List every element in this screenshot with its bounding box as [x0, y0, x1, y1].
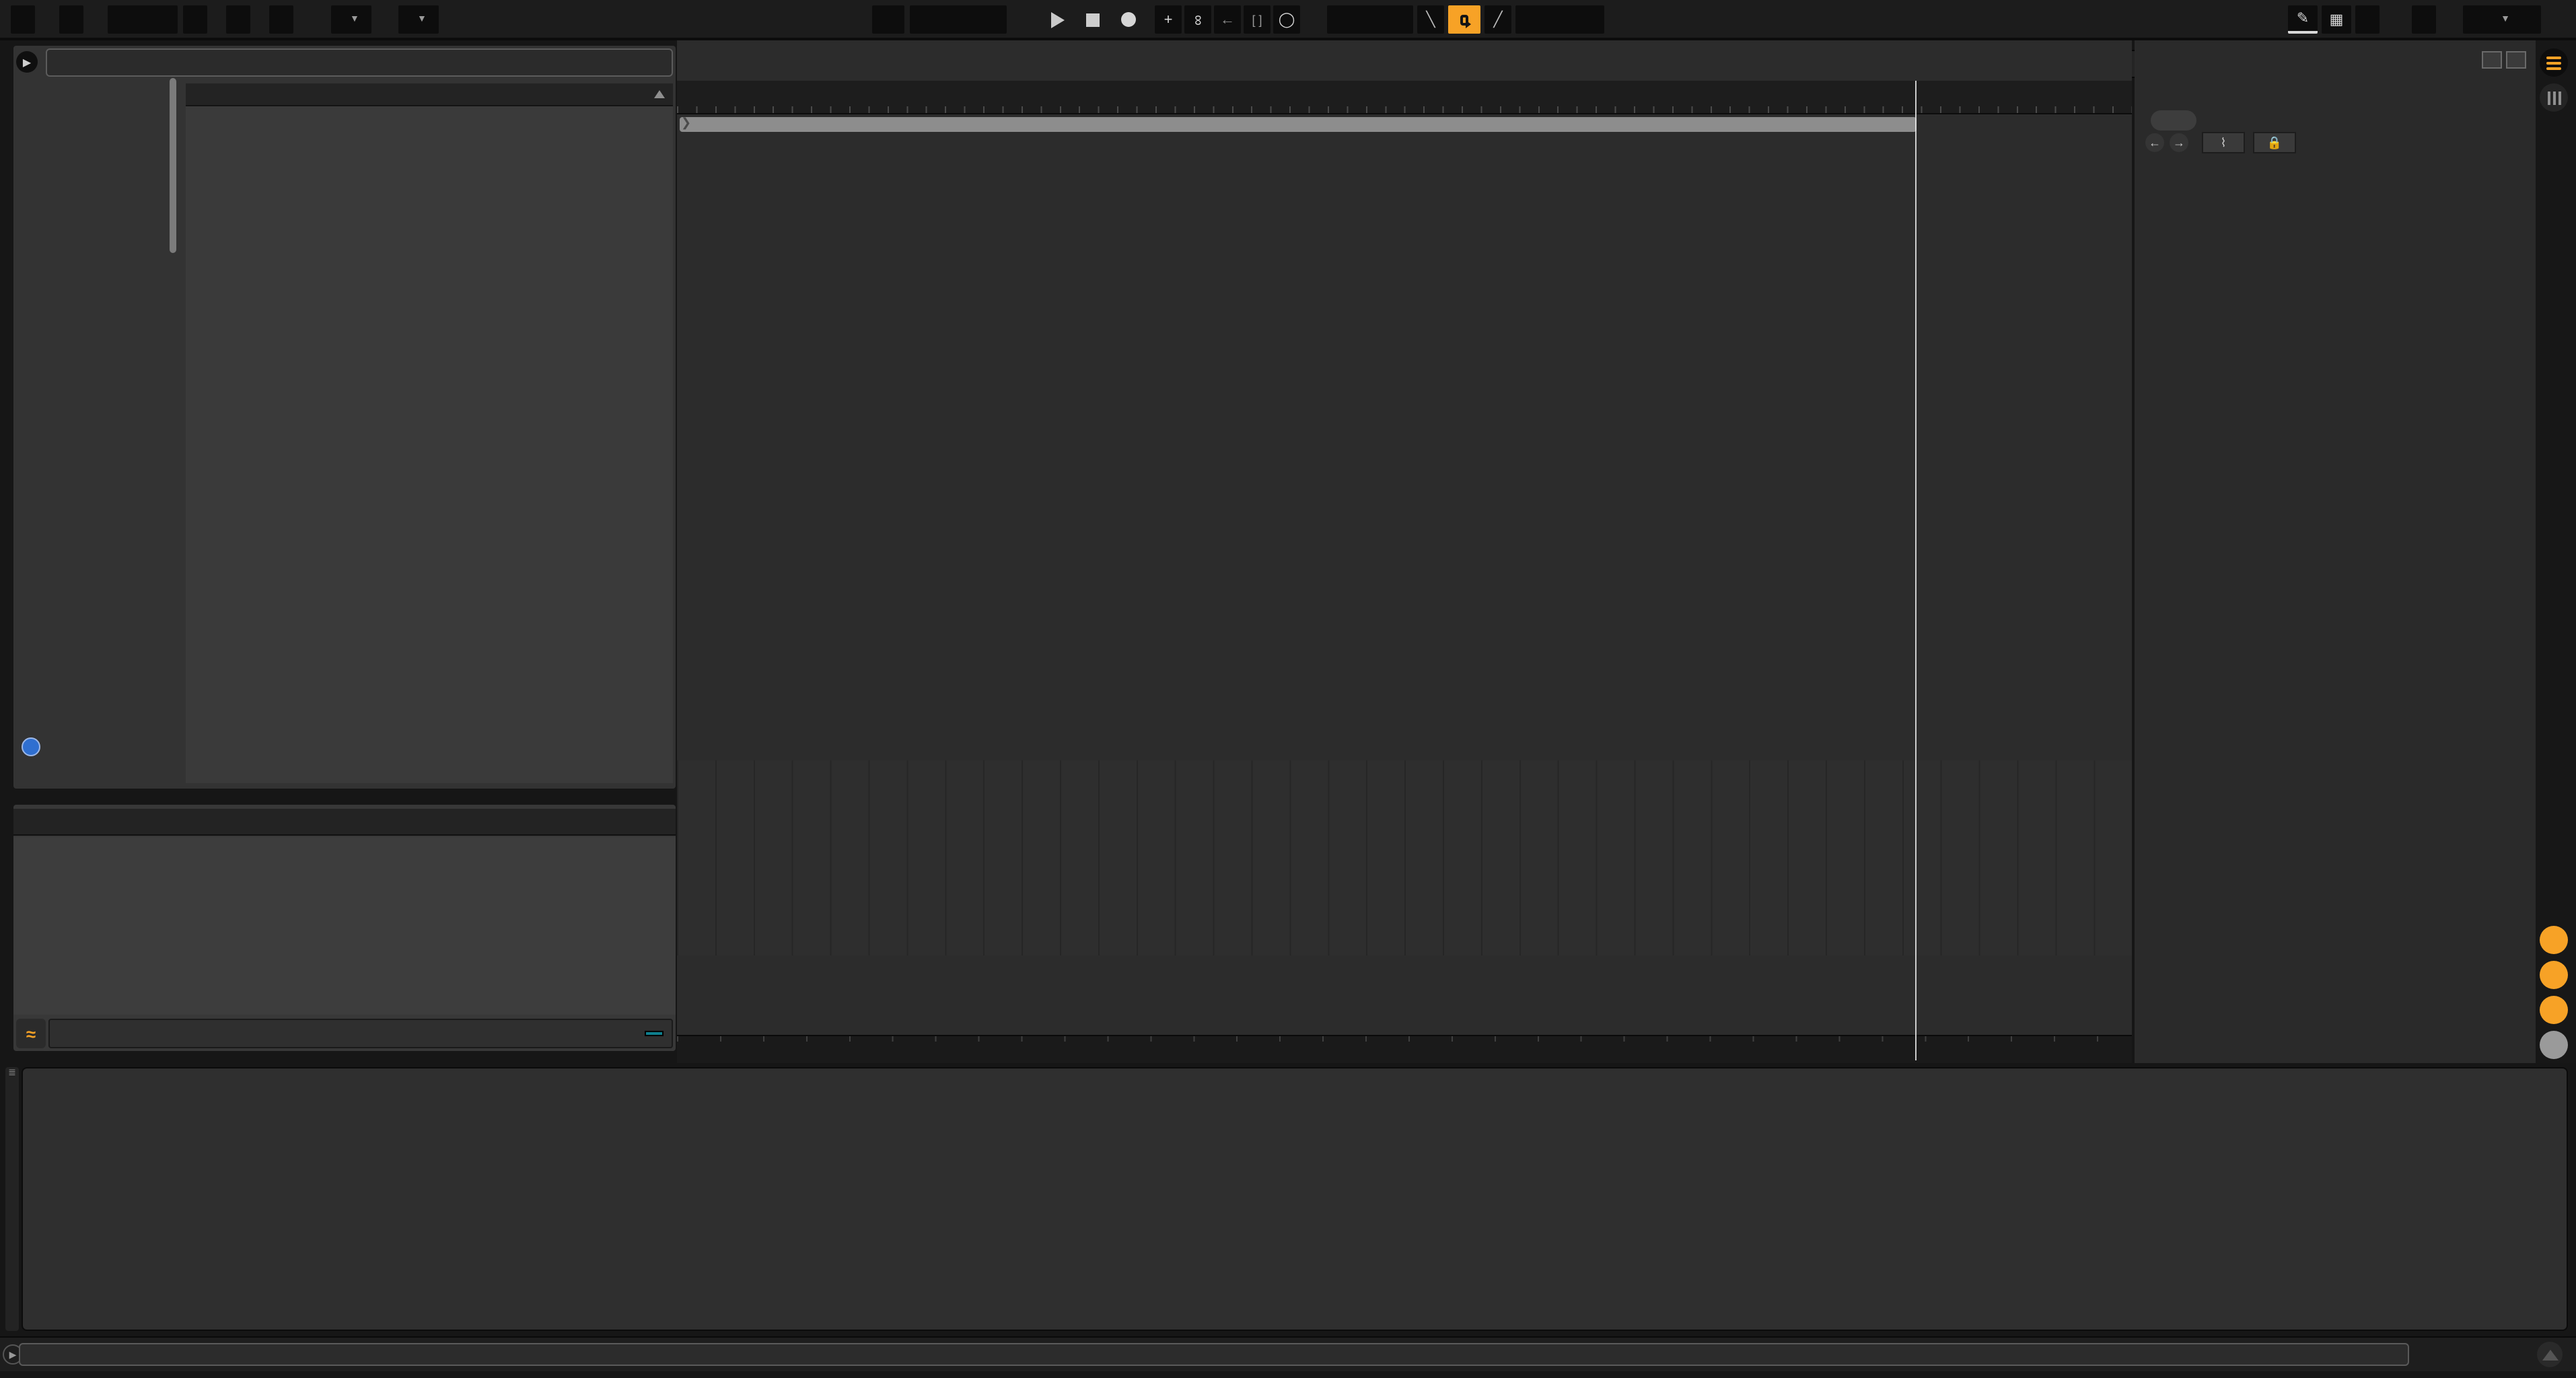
nudge-up-button[interactable]	[226, 5, 250, 34]
lock-icon[interactable]: 🔒	[2253, 132, 2296, 153]
help-icon[interactable]	[22, 737, 40, 756]
automation-arm-button[interactable]: ∞	[1184, 5, 1211, 34]
play-icon	[1051, 11, 1065, 28]
punch-out-button[interactable]: ╱	[1484, 5, 1511, 34]
delay-section-toggle[interactable]	[2540, 1031, 2568, 1059]
stop-button[interactable]	[1074, 5, 1112, 34]
groove-pool-panel: ≈	[13, 805, 676, 1051]
groove-pool-header	[13, 809, 676, 836]
locator-controls: ← → ⌇ 🔒	[2143, 110, 2533, 151]
capture-midi-button[interactable]: ◯	[1273, 5, 1300, 34]
loop-brace[interactable]	[680, 117, 1917, 132]
re-enable-automation-button[interactable]: ←	[1214, 5, 1241, 34]
status-bar: ▶	[0, 1336, 2576, 1371]
device-drop-zone[interactable]	[22, 1067, 2568, 1331]
chevron-down-icon: ▼	[350, 15, 359, 24]
ableton-live-window: ▼ ▼ + ∞ ← [ ] ◯ ╲ ╱ ✎ ▦ ▼ ▶	[0, 0, 2576, 1378]
list-header-name[interactable]	[186, 83, 673, 106]
loop-length-field[interactable]	[1515, 5, 1604, 34]
record-icon	[1121, 12, 1136, 27]
loop-button[interactable]	[1448, 5, 1480, 34]
midi-overdub-button[interactable]: +	[1155, 5, 1182, 34]
time-ruler[interactable]	[677, 1035, 2132, 1063]
browser-toggle-icon[interactable]: ▶	[16, 51, 38, 73]
session-view-icon[interactable]	[2540, 83, 2568, 112]
key-map-button[interactable]	[2355, 5, 2380, 34]
groove-drop-zone[interactable]	[13, 837, 676, 1015]
sort-ascending-icon	[654, 90, 665, 98]
browser-file-list	[186, 83, 673, 783]
right-edge-strip	[2536, 40, 2576, 1063]
computer-midi-keyboard-button[interactable]: ▦	[2322, 5, 2351, 34]
midi-map-button[interactable]	[2412, 5, 2436, 34]
set-locator-button[interactable]	[2151, 110, 2196, 131]
prev-locator-button[interactable]: ←	[2145, 133, 2164, 152]
status-input[interactable]	[19, 1343, 2409, 1366]
arrangement-area	[677, 40, 2132, 1063]
time-signature-field[interactable]	[269, 5, 293, 34]
zoom-height-button[interactable]	[2482, 51, 2502, 69]
empty-track-area[interactable]	[677, 760, 2132, 955]
cpu-meter[interactable]: ▼	[2463, 5, 2541, 34]
returns-section-toggle[interactable]	[2540, 961, 2568, 989]
metronome-toggle[interactable]: ▼	[331, 5, 371, 34]
link-track-icon[interactable]: ⌇	[2202, 132, 2245, 153]
browser-sidebar	[19, 83, 183, 783]
global-amount-value[interactable]	[645, 1031, 664, 1036]
follow-button[interactable]	[872, 5, 904, 34]
track-header-panel: ← → ⌇ 🔒	[2135, 40, 2536, 1063]
zoom-width-button[interactable]	[2506, 51, 2526, 69]
loop-start-field[interactable]	[1327, 5, 1413, 34]
stop-icon	[1086, 13, 1100, 26]
automation-arm-icon: ∞	[1190, 14, 1206, 25]
nudge-down-button[interactable]	[183, 5, 207, 34]
chevron-down-icon: ▼	[417, 15, 427, 24]
browser-panel: ▶	[13, 46, 676, 789]
sidebar-scrollbar[interactable]	[170, 78, 176, 253]
playhead[interactable]	[1915, 81, 1917, 1060]
expand-panel-button[interactable]	[2537, 1342, 2563, 1367]
quantization-menu[interactable]: ▼	[398, 5, 439, 34]
beat-time-ruler[interactable]	[677, 81, 2132, 114]
punch-in-button[interactable]: ╲	[1417, 5, 1444, 34]
arrangement-view-icon[interactable]	[2540, 48, 2568, 77]
groove-pool-icon[interactable]: ≈	[16, 1019, 46, 1048]
io-section-toggle[interactable]	[2540, 926, 2568, 954]
triangle-up-icon	[2542, 1349, 2558, 1360]
search-input[interactable]	[46, 48, 673, 77]
next-locator-button[interactable]: →	[2170, 133, 2188, 152]
chevron-down-icon: ▼	[2501, 15, 2510, 24]
record-button[interactable]	[1109, 5, 1148, 34]
draw-mode-button[interactable]: ✎	[2288, 5, 2318, 34]
loop-icon	[1460, 14, 1468, 25]
link-button[interactable]	[11, 5, 35, 34]
mixer-section-toggle[interactable]	[2540, 996, 2568, 1024]
device-view-selector[interactable]: ≣	[5, 1067, 19, 1331]
transport-toolbar: ▼ ▼ + ∞ ← [ ] ◯ ╲ ╱ ✎ ▦ ▼	[0, 0, 2576, 40]
groove-pool-footer	[48, 1019, 673, 1048]
punch-markers-button[interactable]: [ ]	[1244, 5, 1271, 34]
tempo-field[interactable]	[108, 5, 178, 34]
tap-tempo-button[interactable]	[59, 5, 83, 34]
arrangement-position-field[interactable]	[910, 5, 1007, 34]
play-button[interactable]	[1039, 5, 1077, 34]
